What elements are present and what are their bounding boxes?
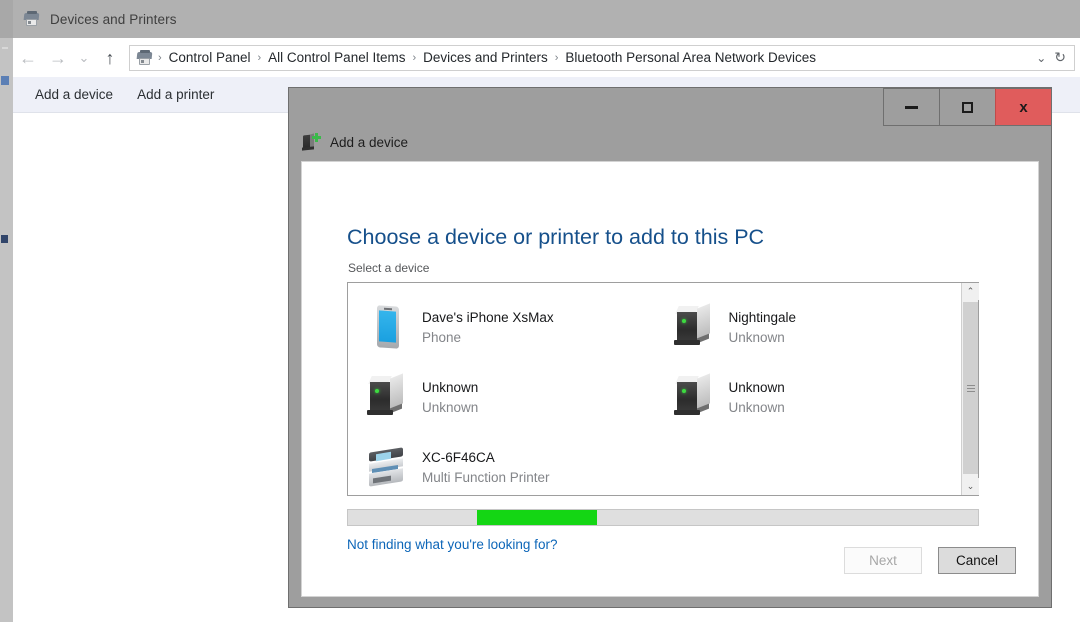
window-title: Devices and Printers (50, 11, 177, 27)
device-list-scrollbar[interactable]: ⌃ ⌄ (961, 283, 979, 495)
breadcrumb-separator: › (158, 51, 162, 64)
refresh-icon[interactable]: ↻ (1054, 49, 1066, 66)
background-strip-mark (1, 235, 8, 243)
breadcrumb-item-control-panel[interactable]: Control Panel (165, 50, 255, 65)
scroll-down-icon[interactable]: ⌄ (962, 478, 979, 495)
scroll-up-icon[interactable]: ⌃ (962, 283, 979, 300)
address-bar[interactable]: › Control Panel › All Control Panel Item… (129, 44, 1075, 71)
phone-icon (364, 304, 412, 352)
device-name: Unknown (422, 380, 479, 396)
list-item[interactable]: Nightingale Unknown (655, 293, 962, 363)
window-title-bar: Devices and Printers (13, 0, 1080, 38)
dialog-title-bar: x (289, 88, 1051, 136)
list-item[interactable]: Unknown Unknown (348, 363, 655, 433)
search-progress-bar (347, 509, 979, 526)
up-icon[interactable]: ↑ (95, 43, 125, 73)
add-a-printer-button[interactable]: Add a printer (125, 83, 226, 106)
device-list[interactable]: Dave's iPhone XsMax Phone Nightingale Un… (347, 282, 979, 496)
breadcrumb-item-all-control-panel-items[interactable]: All Control Panel Items (264, 50, 409, 65)
device-type: Phone (422, 330, 462, 345)
device-name: Dave's iPhone XsMax (422, 310, 554, 326)
maximize-button[interactable] (939, 88, 995, 126)
breadcrumb-printer-icon (136, 49, 153, 66)
device-name: XC-6F46CA (422, 450, 495, 466)
device-type: Unknown (728, 330, 785, 345)
background-strip-mark (1, 76, 9, 85)
server-icon (364, 373, 412, 422)
device-grid: Dave's iPhone XsMax Phone Nightingale Un… (348, 293, 961, 503)
printer-device-icon (23, 10, 41, 28)
device-list-inner: Dave's iPhone XsMax Phone Nightingale Un… (348, 283, 961, 495)
server-icon (671, 373, 719, 422)
background-strip-mark (2, 47, 8, 49)
navigation-bar: ← → ⌄ ↑ › Control Panel › All Control Pa… (13, 38, 1080, 77)
add-device-icon (301, 132, 321, 152)
scrollbar-thumb[interactable] (963, 302, 978, 474)
screen: Devices and Printers ← → ⌄ ↑ › Control P… (0, 0, 1080, 622)
dialog-client-area: Choose a device or printer to add to thi… (301, 161, 1039, 597)
device-name: Nightingale (728, 310, 797, 326)
dialog-footer-buttons: Next Cancel (844, 547, 1016, 574)
breadcrumb-item-bluetooth-pan-devices[interactable]: Bluetooth Personal Area Network Devices (561, 50, 820, 65)
background-window-strip (0, 0, 13, 622)
list-item[interactable]: Dave's iPhone XsMax Phone (348, 293, 655, 363)
server-icon (671, 303, 719, 352)
breadcrumb-separator: › (412, 51, 417, 64)
forward-icon[interactable]: → (43, 43, 73, 73)
device-type: Unknown (728, 400, 785, 415)
progress-bar-fill (477, 510, 597, 525)
back-icon[interactable]: ← (13, 43, 43, 73)
add-a-device-button[interactable]: Add a device (23, 83, 125, 106)
list-item[interactable]: XC-6F46CA Multi Function Printer (348, 433, 655, 503)
device-name: Unknown (728, 380, 785, 396)
cancel-button[interactable]: Cancel (938, 547, 1016, 574)
breadcrumb-separator: › (554, 51, 559, 64)
background-strip-body (0, 38, 13, 622)
printer-icon (364, 444, 412, 492)
minimize-button[interactable] (883, 88, 939, 126)
add-a-device-dialog: x Add a device Choose a device or printe… (288, 87, 1052, 608)
dialog-title: Add a device (330, 134, 409, 150)
device-type: Unknown (422, 400, 479, 415)
device-type: Multi Function Printer (422, 470, 550, 485)
recent-locations-icon[interactable]: ⌄ (73, 43, 95, 73)
next-button[interactable]: Next (844, 547, 922, 574)
breadcrumb-item-devices-and-printers[interactable]: Devices and Printers (419, 50, 552, 65)
list-item[interactable]: Unknown Unknown (655, 363, 962, 433)
maximize-icon (962, 101, 973, 113)
not-finding-link[interactable]: Not finding what you're looking for? (347, 537, 557, 552)
close-button[interactable]: x (995, 88, 1051, 126)
chevron-down-icon[interactable]: ⌄ (1036, 51, 1046, 65)
page-subtitle: Select a device (348, 261, 430, 275)
minimize-icon (905, 105, 918, 109)
page-title: Choose a device or printer to add to thi… (347, 225, 765, 249)
window-controls: x (883, 88, 1051, 126)
breadcrumb-separator: › (257, 51, 262, 64)
dialog-header: Add a device (301, 132, 408, 152)
background-strip-titlebar (0, 0, 13, 38)
scrollbar-grip-icon (966, 383, 975, 394)
